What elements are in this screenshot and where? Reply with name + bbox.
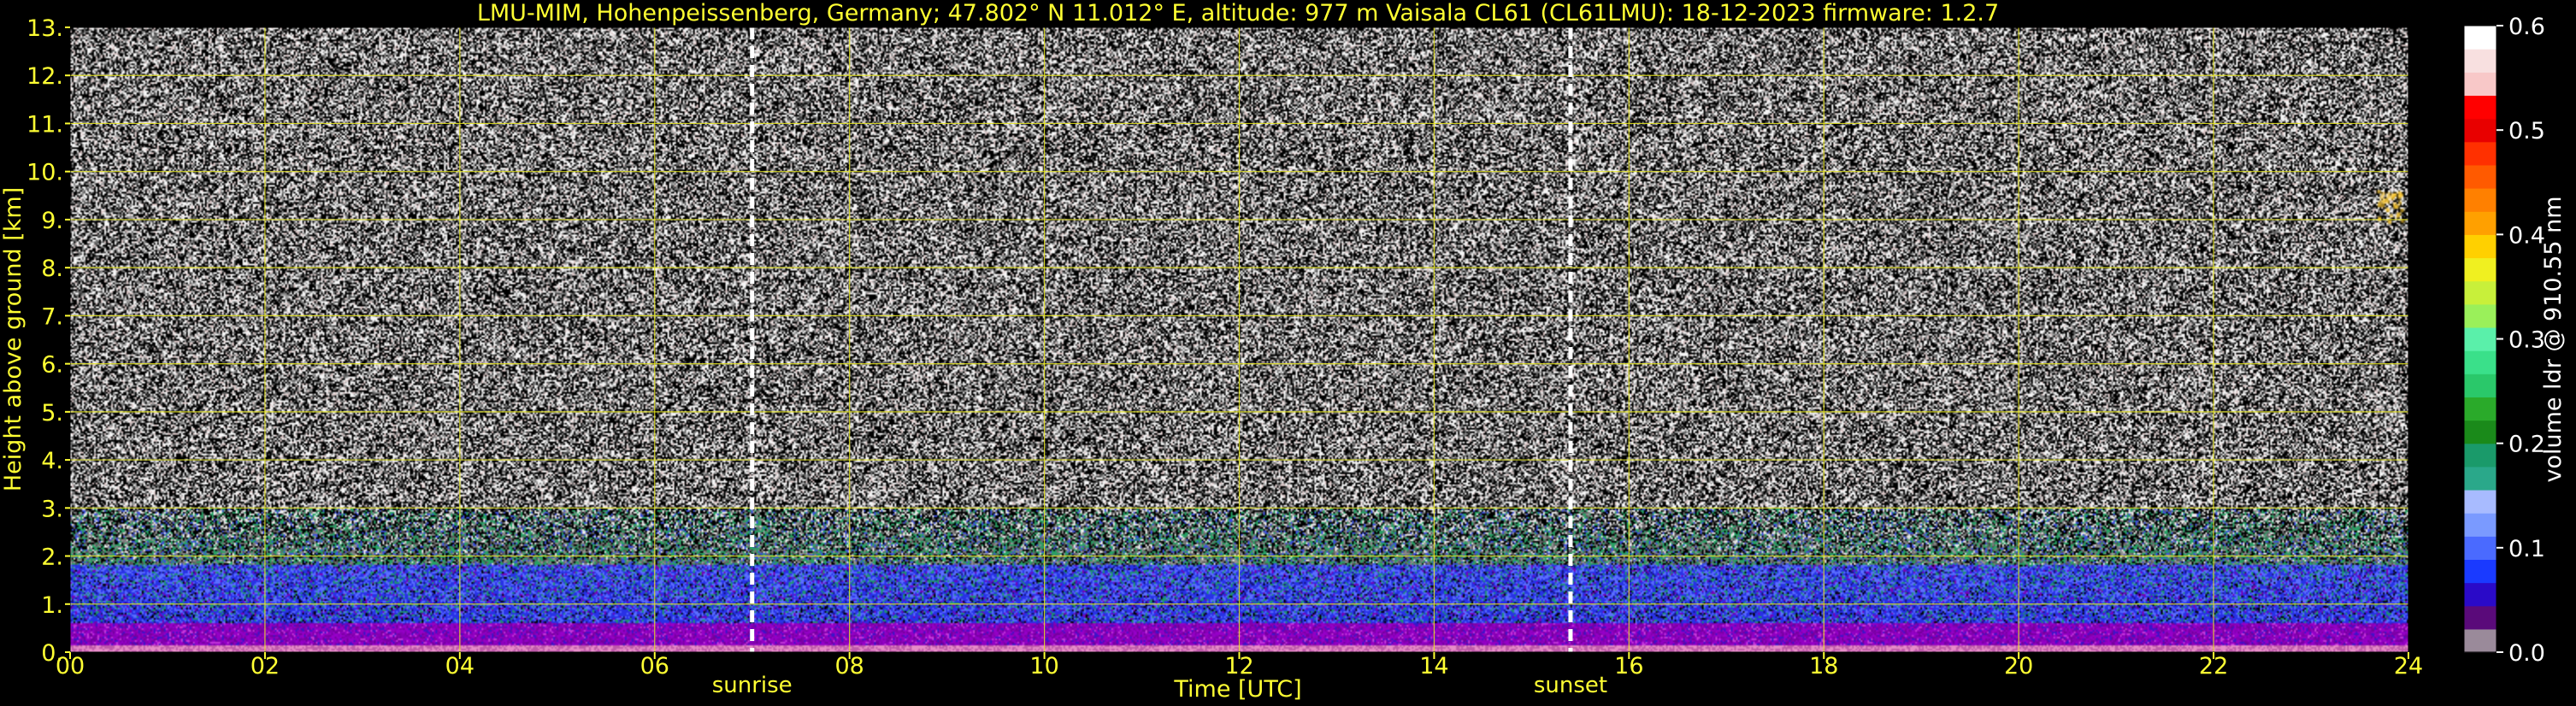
colorbar-swatch <box>2464 582 2496 607</box>
colorbar-swatch <box>2464 234 2496 259</box>
x-tick-label: 20 <box>2004 653 2033 680</box>
colorbar-swatch <box>2464 536 2496 561</box>
annotation-sunset: sunset <box>1534 673 1607 698</box>
x-tick-label: 08 <box>834 653 864 680</box>
y-tick-label: 5. <box>41 400 63 427</box>
colorbar-swatch <box>2464 628 2496 653</box>
y-tick-label: 3. <box>41 496 63 522</box>
y-tick-label: 2. <box>41 544 63 571</box>
colorbar-tick-label: 0.0 <box>2508 640 2545 667</box>
y-axis-label: Height above ground [km] <box>0 187 27 491</box>
colorbar-tick-label: 0.5 <box>2508 118 2545 144</box>
colorbar-swatch <box>2464 257 2496 282</box>
colorbar-swatch <box>2464 303 2496 328</box>
annotation-sunrise: sunrise <box>712 673 793 698</box>
colorbar-swatches <box>2464 26 2496 653</box>
y-tick-label: 12. <box>27 63 63 90</box>
y-tick-label: 11. <box>27 111 63 138</box>
x-tick-label: 10 <box>1029 653 1058 680</box>
y-tick-label: 8. <box>41 256 63 282</box>
y-tick-label: 0. <box>41 640 63 667</box>
colorbar-swatch <box>2464 397 2496 421</box>
colorbar-tick-label: 0.1 <box>2508 536 2545 562</box>
colorbar-swatch <box>2464 26 2496 50</box>
colorbar-swatch <box>2464 95 2496 120</box>
y-tick-label: 13. <box>27 15 63 42</box>
y-tick-label: 9. <box>41 208 63 234</box>
colorbar-swatch <box>2464 605 2496 630</box>
x-tick-label: 06 <box>640 653 669 680</box>
colorbar-tick-label: 0.6 <box>2508 14 2545 40</box>
y-tick-label: 4. <box>41 448 63 474</box>
colorbar-swatch <box>2464 374 2496 397</box>
x-tick-label: 18 <box>1809 653 1838 680</box>
colorbar-swatch <box>2464 559 2496 584</box>
y-tick-label: 6. <box>41 352 63 379</box>
x-tick-label: 04 <box>445 653 475 680</box>
x-axis-label: Time [UTC] <box>1173 676 1301 703</box>
y-tick-label: 1. <box>41 592 63 619</box>
colorbar-swatch <box>2464 350 2496 374</box>
ceilometer-chart: LMU-MIM, Hohenpeissenberg, Germany; 47.8… <box>0 0 2576 706</box>
colorbar-swatch <box>2464 188 2496 212</box>
x-tick-label: 24 <box>2394 653 2423 680</box>
x-tick-label: 14 <box>1419 653 1448 680</box>
x-tick-label: 16 <box>1614 653 1643 680</box>
colorbar-swatch <box>2464 72 2496 97</box>
colorbar-swatch <box>2464 327 2496 351</box>
chart-title: LMU-MIM, Hohenpeissenberg, Germany; 47.8… <box>477 0 1999 26</box>
colorbar-label: volume ldr @ 910.55 nm <box>2540 197 2567 483</box>
colorbar-swatch <box>2464 49 2496 73</box>
plot-area <box>69 26 2409 653</box>
colorbar-swatch <box>2464 280 2496 305</box>
colorbar-swatch <box>2464 211 2496 235</box>
colorbar-swatch <box>2464 420 2496 444</box>
colorbar-swatch <box>2464 141 2496 166</box>
colorbar-swatch <box>2464 443 2496 468</box>
y-tick-label: 7. <box>41 303 63 330</box>
x-tick-label: 22 <box>2199 653 2228 680</box>
colorbar-swatch <box>2464 118 2496 143</box>
colorbar-swatch <box>2464 164 2496 189</box>
x-tick-label: 02 <box>251 653 280 680</box>
colorbar-swatch <box>2464 466 2496 491</box>
colorbar-swatch <box>2464 489 2496 514</box>
y-tick-label: 10. <box>27 160 63 186</box>
colorbar-swatch <box>2464 513 2496 537</box>
